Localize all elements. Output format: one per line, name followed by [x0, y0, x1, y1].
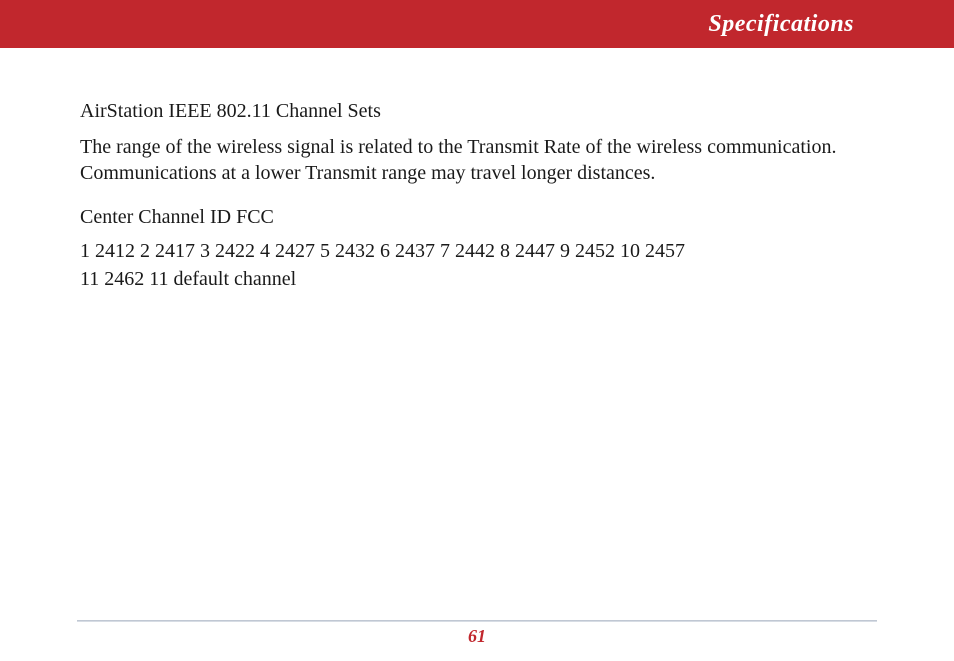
page-footer: 61 — [0, 620, 954, 647]
intro-paragraph: The range of the wireless signal is rela… — [80, 134, 874, 186]
footer-divider — [77, 620, 877, 622]
channel-list-line1: 1 2412 2 2417 3 2422 4 2427 5 2432 6 243… — [80, 238, 874, 264]
channel-list-line2: 11 2462 11 default channel — [80, 266, 874, 292]
page-number: 61 — [468, 626, 486, 647]
header-bar: Specifications — [0, 0, 954, 48]
page-content: AirStation IEEE 802.11 Channel Sets The … — [0, 48, 954, 292]
page-header-title: Specifications — [708, 11, 854, 38]
sub-heading: Center Channel ID FCC — [80, 204, 874, 230]
section-title: AirStation IEEE 802.11 Channel Sets — [80, 98, 874, 124]
